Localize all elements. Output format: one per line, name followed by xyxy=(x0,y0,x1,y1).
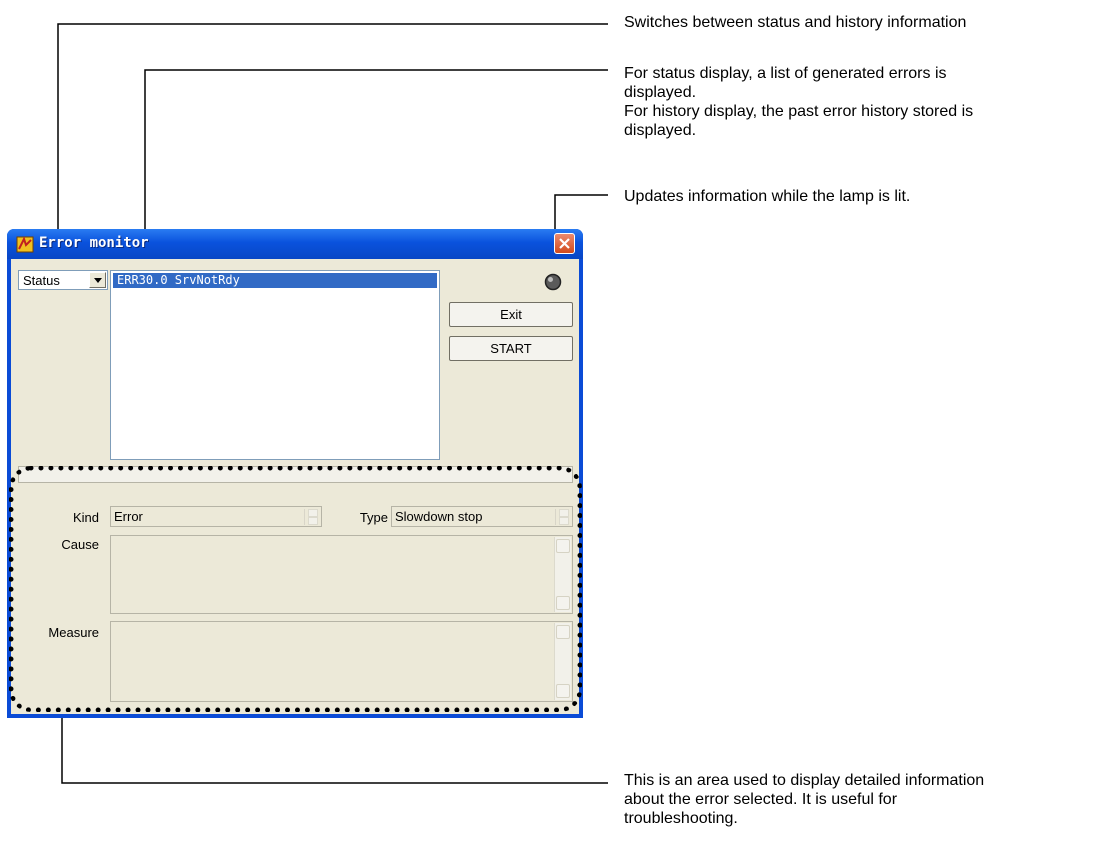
close-button[interactable] xyxy=(554,233,575,254)
detail-area-highlight xyxy=(9,466,582,712)
mode-select[interactable]: Status xyxy=(18,270,108,290)
callout-line: Updates information while the lamp is li… xyxy=(624,188,911,205)
exit-button[interactable]: Exit xyxy=(449,302,573,327)
mode-select-value: Status xyxy=(23,273,60,288)
start-button[interactable]: START xyxy=(449,336,573,361)
callout-error-list: For status display, a list of generated … xyxy=(624,64,973,140)
callout-line: Switches between status and history info… xyxy=(624,14,967,31)
callout-line: For history display, the past error hist… xyxy=(624,103,974,120)
error-list[interactable]: ERR30.0 SrvNotRdy xyxy=(110,270,440,460)
lamp-icon xyxy=(544,273,562,291)
close-icon xyxy=(559,238,570,249)
window-title: Error monitor xyxy=(39,235,149,251)
callout-line: displayed. xyxy=(624,122,697,139)
app-icon xyxy=(16,236,34,253)
title-bar[interactable]: Error monitor xyxy=(7,229,583,259)
callout-mode-switch: Switches between status and history info… xyxy=(624,13,966,32)
list-item[interactable]: ERR30.0 SrvNotRdy xyxy=(113,273,437,288)
callout-line: displayed. xyxy=(624,84,697,101)
dropdown-arrow-icon xyxy=(94,278,102,283)
callout-lamp: Updates information while the lamp is li… xyxy=(624,187,910,206)
callout-line: troubleshooting. xyxy=(624,810,738,827)
callout-line: This is an area used to display detailed… xyxy=(624,772,985,789)
callout-detail-area: This is an area used to display detailed… xyxy=(624,771,984,828)
callout-line: For status display, a list of generated … xyxy=(624,65,947,82)
dropdown-button[interactable] xyxy=(89,272,106,288)
callout-line: about the error selected. It is useful f… xyxy=(624,791,898,808)
